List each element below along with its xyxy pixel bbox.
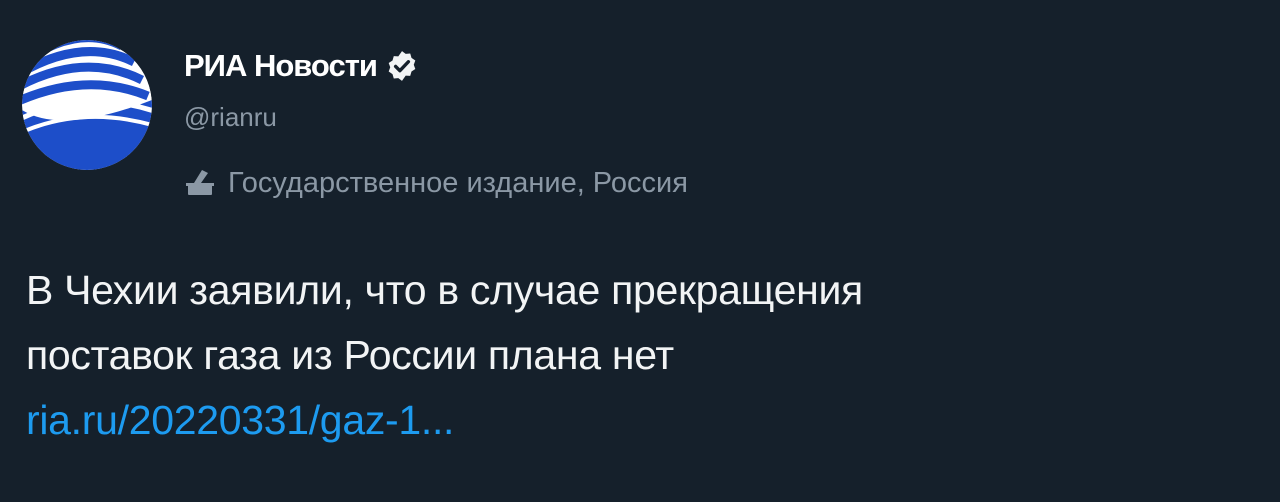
tweet-text-line: поставок газа из России плана нет <box>26 332 674 378</box>
tweet-text-line: В Чехии заявили, что в случае прекращени… <box>26 267 863 313</box>
ballot-box-icon <box>184 167 216 199</box>
account-label: Государственное издание, Россия <box>184 163 688 203</box>
tweet-card: РИА Новости @rianru Государственное изда… <box>0 0 1280 502</box>
author-name[interactable]: РИА Новости <box>184 48 378 84</box>
tweet-link[interactable]: ria.ru/20220331/gaz-1... <box>26 388 1266 453</box>
author-handle[interactable]: @rianru <box>184 102 277 133</box>
author-name-row: РИА Новости <box>184 44 419 88</box>
verified-badge-icon <box>385 49 419 83</box>
tweet-text: В Чехии заявили, что в случае прекращени… <box>26 258 1266 453</box>
account-label-text: Государственное издание, Россия <box>228 166 688 199</box>
ria-novosti-logo-icon <box>22 40 152 170</box>
avatar[interactable] <box>22 40 152 170</box>
